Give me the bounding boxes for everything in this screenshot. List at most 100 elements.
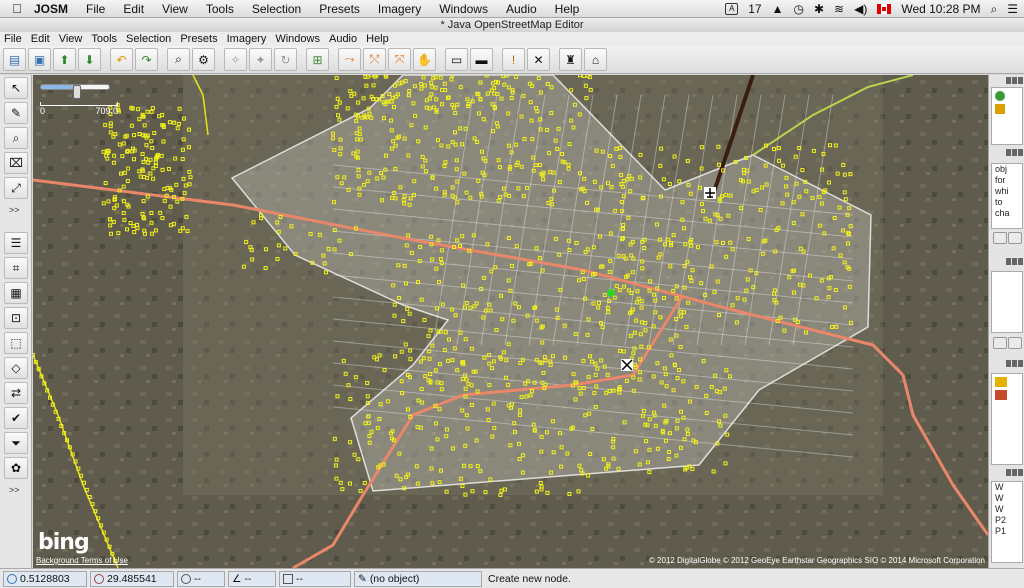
select-mode-icon[interactable]: ↖ xyxy=(4,77,28,99)
history-icon[interactable]: ⇄ xyxy=(4,382,28,404)
open-file-icon[interactable]: ▤ xyxy=(3,48,26,71)
dialog-header-4[interactable] xyxy=(991,360,1023,369)
menu-view[interactable]: View xyxy=(59,33,83,45)
save-icon[interactable]: ▣ xyxy=(28,48,51,71)
delete-mode-icon[interactable]: ⌧ xyxy=(4,152,28,174)
mac-menu-file[interactable]: File xyxy=(86,2,105,16)
flag-icon[interactable] xyxy=(877,4,892,14)
selected-node[interactable] xyxy=(607,289,615,297)
wifi-icon[interactable]: ≋ xyxy=(834,2,844,16)
select-all-icon[interactable]: ⊞ xyxy=(306,48,329,71)
menu-edit[interactable]: Edit xyxy=(31,33,50,45)
draw-mode-icon[interactable]: ✎ xyxy=(4,102,28,124)
history-icon-1[interactable] xyxy=(995,377,1007,387)
upload-icon[interactable]: ⬆ xyxy=(53,48,76,71)
more-modes[interactable]: >> xyxy=(9,205,20,215)
mac-menu-view[interactable]: View xyxy=(162,2,188,16)
shape-icon[interactable]: ✦ xyxy=(249,48,272,71)
commands-icon[interactable]: ⬚ xyxy=(4,332,28,354)
background-terms-link[interactable]: Background Terms of Use xyxy=(36,556,128,565)
selection-button-1[interactable] xyxy=(993,337,1007,349)
bluetooth-icon[interactable]: ✱ xyxy=(814,2,824,16)
zoom-icon[interactable]: ⌕ xyxy=(167,48,190,71)
split-icon[interactable]: ⤲ xyxy=(363,48,386,71)
layer-visible-icon[interactable] xyxy=(995,91,1005,101)
mac-menu-audio[interactable]: Audio xyxy=(506,2,537,16)
filter-icon[interactable]: ⏷ xyxy=(4,432,28,454)
mac-menu-selection[interactable]: Selection xyxy=(252,2,301,16)
validation-icon[interactable]: ✔ xyxy=(4,407,28,429)
properties-dialog[interactable]: obj for whi to cha xyxy=(991,163,1023,229)
factory-icon[interactable]: ⌂ xyxy=(584,48,607,71)
airport-marker-icon[interactable] xyxy=(704,187,716,199)
relation-item-3[interactable]: W xyxy=(992,504,1022,515)
layer-icon[interactable] xyxy=(995,104,1005,114)
mac-menu-help[interactable]: Help xyxy=(555,2,580,16)
map-view[interactable]: 0 709.0 bing Background Terms of Use © 2… xyxy=(33,75,988,568)
wireframe-icon[interactable]: ✧ xyxy=(224,48,247,71)
mac-menu-tools[interactable]: Tools xyxy=(206,2,234,16)
redo-icon[interactable]: ↷ xyxy=(135,48,158,71)
undo-icon[interactable]: ↶ xyxy=(110,48,133,71)
zoom-slider[interactable]: 0 709.0 xyxy=(38,80,122,116)
delete-icon[interactable]: ✕ xyxy=(527,48,550,71)
relation-item-2[interactable]: W xyxy=(992,493,1022,504)
mac-menu-edit[interactable]: Edit xyxy=(123,2,144,16)
more-panels[interactable]: >> xyxy=(9,485,20,495)
history-dialog[interactable] xyxy=(991,373,1023,465)
notification-icon[interactable]: ☰ xyxy=(1007,2,1018,16)
merge-icon[interactable]: ⤳ xyxy=(338,48,361,71)
dialog-header-1[interactable] xyxy=(991,77,1023,86)
menu-selection[interactable]: Selection xyxy=(126,33,171,45)
dialog-header-3[interactable] xyxy=(991,258,1023,267)
zoom-track[interactable] xyxy=(40,84,110,99)
drive-icon[interactable]: ▲ xyxy=(772,2,784,16)
relations-icon[interactable]: ⊡ xyxy=(4,307,28,329)
hand-icon[interactable]: ✋ xyxy=(413,48,436,71)
refresh-icon[interactable]: ↻ xyxy=(274,48,297,71)
preferences-icon[interactable]: ⚙ xyxy=(192,48,215,71)
dialog-header-5[interactable] xyxy=(991,469,1023,478)
bus-icon[interactable]: ▬ xyxy=(470,48,493,71)
tourism-marker-icon[interactable] xyxy=(621,359,633,371)
app-name[interactable]: JOSM xyxy=(34,2,68,16)
relation-item-5[interactable]: P1 xyxy=(992,526,1022,537)
menu-help[interactable]: Help xyxy=(366,33,389,45)
mac-menu-presets[interactable]: Presets xyxy=(319,2,360,16)
map-paint-icon[interactable]: ✿ xyxy=(4,457,28,479)
menu-windows[interactable]: Windows xyxy=(275,33,320,45)
calendar-badge[interactable]: 17 xyxy=(748,2,761,16)
apple-icon[interactable]:  xyxy=(0,1,34,16)
zoom-thumb[interactable] xyxy=(73,85,82,99)
layers-dialog[interactable] xyxy=(991,87,1023,145)
combine-icon[interactable]: ⤧ xyxy=(388,48,411,71)
history-icon-2[interactable] xyxy=(995,390,1007,400)
extrude-mode-icon[interactable]: ⤢ xyxy=(4,177,28,199)
menu-imagery[interactable]: Imagery xyxy=(227,33,267,45)
selection-button-2[interactable] xyxy=(1008,337,1022,349)
conflicts-icon[interactable]: ◇ xyxy=(4,357,28,379)
car-icon[interactable]: ▭ xyxy=(445,48,468,71)
download-icon[interactable]: ⬇ xyxy=(78,48,101,71)
dialog-header-2[interactable] xyxy=(991,149,1023,158)
relation-item-1[interactable]: W xyxy=(992,482,1022,493)
menu-audio[interactable]: Audio xyxy=(329,33,357,45)
relation-item-4[interactable]: P2 xyxy=(992,515,1022,526)
menu-file[interactable]: File xyxy=(4,33,22,45)
warning-icon[interactable]: ! xyxy=(502,48,525,71)
volume-icon[interactable]: ◀) xyxy=(854,2,867,16)
properties-button-1[interactable] xyxy=(993,232,1007,244)
mac-menu-windows[interactable]: Windows xyxy=(439,2,488,16)
bridge-icon[interactable]: ♜ xyxy=(559,48,582,71)
selection-dialog[interactable] xyxy=(991,271,1023,333)
spotlight-icon[interactable]: ⌕ xyxy=(991,2,998,17)
menu-presets[interactable]: Presets xyxy=(180,33,217,45)
properties-button-2[interactable] xyxy=(1008,232,1022,244)
adobe-icon[interactable]: A xyxy=(725,3,739,15)
mac-menu-imagery[interactable]: Imagery xyxy=(378,2,421,16)
backup-icon[interactable]: ◷ xyxy=(794,2,804,16)
selection-list-icon[interactable]: ▦ xyxy=(4,282,28,304)
clock[interactable]: Wed 10:28 PM xyxy=(901,2,980,16)
menu-tools[interactable]: Tools xyxy=(91,33,117,45)
zoom-mode-icon[interactable]: ⌕ xyxy=(4,127,28,149)
